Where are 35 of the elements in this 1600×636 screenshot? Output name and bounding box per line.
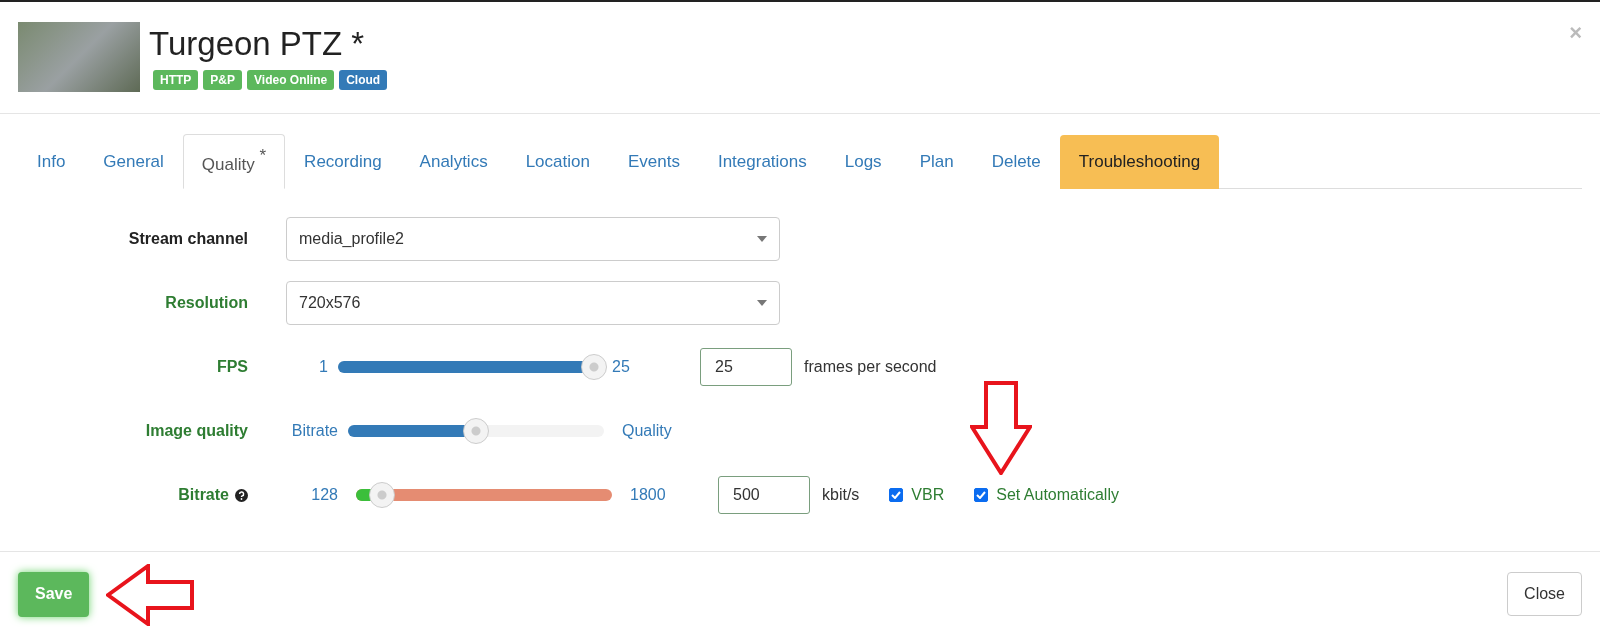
slider-min-label: 128 bbox=[310, 486, 338, 504]
save-button[interactable]: Save bbox=[18, 571, 90, 617]
close-button[interactable]: Close bbox=[1507, 572, 1582, 616]
slider-min-label: 1 bbox=[318, 358, 328, 376]
checkbox-label: Set Automatically bbox=[996, 486, 1119, 504]
status-badge: P&P bbox=[203, 70, 243, 90]
number-input[interactable]: 500 bbox=[718, 476, 810, 514]
help-icon[interactable] bbox=[235, 488, 248, 502]
status-badge: Cloud bbox=[339, 70, 388, 90]
tab[interactable]: Troubleshooting bbox=[1059, 135, 1220, 189]
field-label: FPS bbox=[216, 358, 248, 376]
slider-max-label: Quality bbox=[622, 422, 673, 440]
status-badge: Video Online bbox=[247, 70, 335, 90]
number-input[interactable]: 25 bbox=[700, 348, 792, 386]
field-label: Stream channel bbox=[128, 230, 248, 248]
status-badge: HTTP bbox=[153, 70, 199, 90]
checkbox[interactable] bbox=[889, 488, 904, 502]
slider-handle[interactable] bbox=[581, 354, 607, 380]
caret-icon bbox=[757, 300, 767, 306]
field-label: Image quality bbox=[145, 422, 248, 440]
slider-handle[interactable] bbox=[368, 482, 395, 508]
field-label: Resolution bbox=[165, 294, 248, 312]
slider-max-label: 25 bbox=[612, 358, 631, 376]
checkbox-label: VBR bbox=[911, 486, 945, 504]
dropdown-select[interactable]: 720x576 bbox=[286, 281, 780, 325]
camera-title: Turgeon PTZ * bbox=[149, 24, 366, 64]
slider-max-label: 1800 bbox=[630, 486, 667, 504]
field-label: Bitrate bbox=[178, 486, 229, 504]
unit-label: kbit/s bbox=[822, 486, 860, 504]
unit-label: frames per second bbox=[804, 358, 937, 376]
dropdown-select[interactable]: media_profile2 bbox=[286, 217, 780, 261]
slider-min-label: Bitrate bbox=[290, 422, 338, 440]
checkbox[interactable] bbox=[974, 488, 989, 502]
slider-handle[interactable] bbox=[463, 418, 489, 444]
caret-icon bbox=[757, 236, 767, 242]
